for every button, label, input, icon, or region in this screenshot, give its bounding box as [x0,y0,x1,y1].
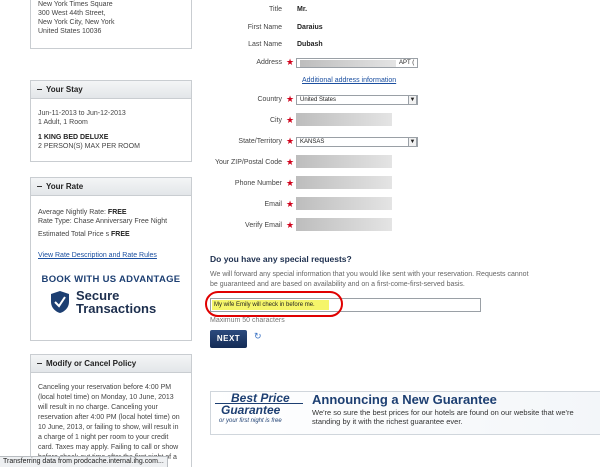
total-label: Estimated Total Price [38,231,106,238]
stay-guests: 1 Adult, 1 Room [38,119,88,126]
logo-tagline: or your first night is free [219,418,282,424]
hotel-panel [30,0,192,49]
avg-rate-label: Average Nightly Rate: [38,209,108,216]
logo-line2: Guarantee [221,403,281,417]
best-price-banner[interactable]: Best Price Guarantee or your first night… [210,391,600,435]
room-type: 1 KING BED DELUXE [38,134,109,141]
sidebar: New York Times Square 300 West 44th Stre… [0,0,200,467]
first-name-label: First Name [247,24,282,31]
verify-email-input[interactable] [296,218,392,231]
next-button[interactable]: NEXT [210,330,247,348]
email-label: Email [264,201,282,208]
logo-underline [215,403,303,404]
redacted-block [300,60,396,67]
cancel-policy-text: Canceling your reservation before 4:00 P… [38,384,180,461]
max-characters-text: Maximum 50 characters [210,317,285,324]
annotation-circle [205,291,343,317]
additional-address-link[interactable]: Additional address information [302,77,396,84]
last-name-label: Last Name [248,41,282,48]
loading-spinner-icon: ↻ [254,331,262,341]
phone-label: Phone Number [234,180,282,187]
city-input[interactable] [296,113,392,126]
country-label: Country [257,96,282,103]
last-name-value: Dubash [297,41,323,48]
first-name-value: Daraius [297,24,323,31]
country-select[interactable]: United States ▼ [296,95,418,105]
state-select[interactable]: KANSAS ▼ [296,137,418,147]
your-rate-title: Your Rate [46,182,84,191]
collapse-icon [37,89,42,91]
your-rate-header[interactable]: Your Rate [31,178,191,196]
special-requests-text: We will forward any special information … [210,271,529,288]
phone-input[interactable] [296,176,392,189]
cancel-policy-panel: Modify or Cancel Policy Canceling your r… [30,354,192,467]
your-stay-header[interactable]: Your Stay [31,81,191,99]
cancel-policy-header[interactable]: Modify or Cancel Policy [31,355,191,373]
required-icon: ★ [286,220,295,230]
secure-line2: Transactions [76,301,157,316]
state-label: State/Territory [238,138,282,145]
total-value: FREE [111,231,130,238]
collapse-icon [37,186,42,188]
country-value: United States [300,97,337,103]
required-icon: ★ [286,94,295,104]
chevron-down-icon[interactable]: ▼ [408,137,417,147]
browser-status-bar: Transferring data from prodcache.interna… [0,456,168,467]
banner-title: Announcing a New Guarantee [312,392,497,407]
your-stay-title: Your Stay [46,85,83,94]
rate-type: Rate Type: Chase Anniversary Free Night [38,218,168,225]
your-stay-panel: Your Stay Jun-11-2013 to Jun-12-2013 1 A… [30,80,192,162]
advantage-title: BOOK WITH US ADVANTAGE [41,274,181,285]
required-icon: ★ [286,136,295,146]
collapse-icon [37,363,42,365]
required-icon: ★ [286,57,295,67]
rate-rules-link[interactable]: View Rate Description and Rate Rules [38,251,184,260]
avg-rate-value: FREE [107,209,127,216]
best-price-logo: Best Price Guarantee or your first night… [213,392,308,432]
room-occupancy: 2 PERSON(S) MAX PER ROOM [38,143,140,150]
title-label: Title [269,6,282,13]
cancel-policy-title: Modify or Cancel Policy [46,359,137,368]
state-value: KANSAS [300,139,325,145]
address-input[interactable]: APT ( [296,58,418,68]
zip-label: Your ZIP/Postal Code [214,159,282,166]
email-input[interactable] [296,197,392,210]
required-icon: ★ [286,157,295,167]
banner-text: We're so sure the best prices for our ho… [312,408,574,426]
shield-icon [51,291,69,313]
address-apt-text: APT ( [399,60,415,66]
stay-dates: Jun-11-2013 to Jun-12-2013 [38,110,126,117]
verify-email-label: Verify Email [245,222,282,229]
title-value: Mr. [297,6,308,13]
your-rate-panel: Your Rate Average Nightly Rate: FREE Rat… [30,177,192,341]
required-icon: ★ [286,115,295,125]
zip-input[interactable] [296,155,392,168]
chevron-down-icon[interactable]: ▼ [408,95,417,105]
city-label: City [269,117,282,124]
address-label: Address [256,59,282,66]
secure-transactions: Secure Transactions [38,288,184,322]
special-requests-title: Do you have any special requests? [210,254,352,264]
required-icon: ★ [286,199,295,209]
required-icon: ★ [286,178,295,188]
